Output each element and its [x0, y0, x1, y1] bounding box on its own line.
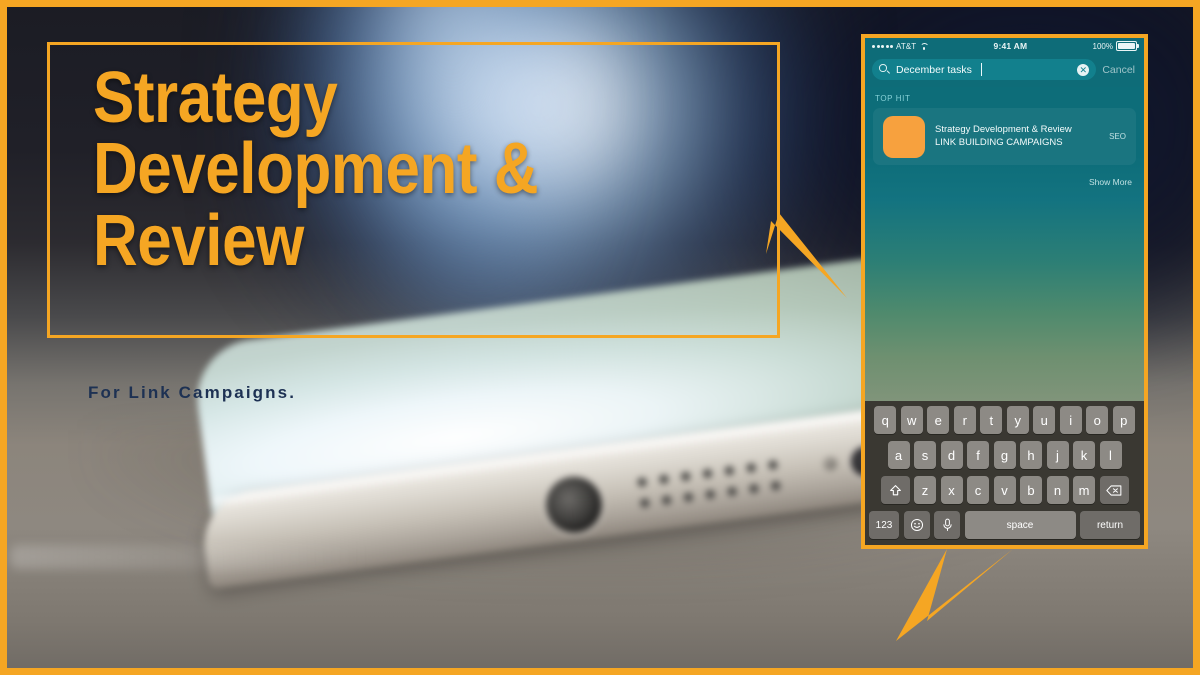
photo-table-engraving [10, 545, 370, 569]
keyboard-row-3: zxcvbnm [867, 476, 1142, 504]
phone-mockup: AT&T 9:41 AM 100% December tasks ✕ Cance… [861, 34, 1148, 549]
key-w[interactable]: w [900, 406, 923, 434]
key-j[interactable]: j [1046, 441, 1069, 469]
result-subtitle: LINK BUILDING CAMPAIGNS [935, 136, 1063, 148]
key-n[interactable]: n [1046, 476, 1069, 504]
cancel-button[interactable]: Cancel [1102, 64, 1137, 76]
key-x[interactable]: x [940, 476, 963, 504]
key-c[interactable]: c [967, 476, 989, 504]
text-cursor [980, 63, 983, 76]
smiley-icon [910, 518, 923, 532]
keyboard-row-2: asdfghjkl [867, 441, 1142, 469]
key-a[interactable]: a [887, 441, 910, 469]
search-bar: December tasks ✕ Cancel [865, 54, 1144, 87]
search-input-value: December tasks [896, 63, 972, 76]
key-l[interactable]: l [1099, 441, 1122, 469]
magnifier-icon [879, 64, 890, 75]
result-tag: SEO [1109, 132, 1126, 141]
app-icon [883, 115, 925, 158]
status-bar-right: 100% [1092, 40, 1139, 52]
numbers-key[interactable]: 123 [869, 511, 899, 539]
key-m[interactable]: m [1073, 476, 1095, 504]
wifi-icon [919, 42, 928, 50]
key-e[interactable]: e [927, 406, 950, 434]
dictation-key[interactable] [934, 511, 960, 539]
phone-screen: AT&T 9:41 AM 100% December tasks ✕ Cance… [865, 38, 1144, 545]
backspace-icon [1106, 484, 1122, 496]
key-f[interactable]: f [967, 441, 989, 469]
keyboard-letters-row-3: zxcvbnm [914, 476, 1095, 504]
key-q[interactable]: q [874, 406, 897, 434]
result-row[interactable]: Strategy Development & Review LINK BUILD… [873, 108, 1136, 165]
status-bar-clock: 9:41 AM [993, 41, 1028, 51]
on-screen-keyboard: qwertyuiop asdfghjkl zxcvbnm 123 space r… [865, 401, 1144, 545]
page-title: Strategy Development & Review [93, 58, 539, 281]
result-text-block: Strategy Development & Review LINK BUILD… [935, 124, 1099, 150]
emoji-key[interactable] [903, 511, 930, 539]
key-s[interactable]: s [914, 441, 936, 469]
shift-key[interactable] [880, 476, 910, 504]
key-b[interactable]: b [1020, 476, 1042, 504]
shift-arrow-icon [889, 484, 901, 495]
status-bar: AT&T 9:41 AM 100% [865, 38, 1144, 54]
key-r[interactable]: r [953, 406, 976, 434]
backspace-key[interactable] [1099, 476, 1129, 504]
key-u[interactable]: u [1033, 406, 1056, 434]
battery-percent-label: 100% [1092, 41, 1113, 51]
key-o[interactable]: o [1086, 406, 1109, 434]
space-key[interactable]: space [964, 511, 1076, 539]
show-more-button[interactable]: Show More [873, 165, 1136, 187]
key-k[interactable]: k [1073, 441, 1095, 469]
keyboard-row-4: 123 space return [867, 511, 1142, 539]
key-d[interactable]: d [940, 441, 963, 469]
signal-strength-icon [872, 44, 893, 48]
result-title: Strategy Development & Review [935, 123, 1072, 135]
key-v[interactable]: v [993, 476, 1016, 504]
key-p[interactable]: p [1112, 406, 1135, 434]
key-z[interactable]: z [914, 476, 936, 504]
key-g[interactable]: g [993, 441, 1016, 469]
search-results: TOP HIT Strategy Development & Review LI… [865, 87, 1144, 401]
return-key[interactable]: return [1080, 511, 1140, 539]
key-i[interactable]: i [1059, 406, 1082, 434]
search-input[interactable]: December tasks ✕ [872, 59, 1097, 80]
keyboard-row-1: qwertyuiop [867, 406, 1142, 434]
clear-search-icon[interactable]: ✕ [1077, 63, 1090, 76]
battery-icon [1116, 40, 1139, 52]
key-y[interactable]: y [1006, 406, 1029, 434]
key-t[interactable]: t [980, 406, 1003, 434]
page-subtitle: For Link Campaigns. [88, 383, 297, 402]
carrier-label: AT&T [896, 41, 917, 51]
key-h[interactable]: h [1020, 441, 1042, 469]
status-bar-left: AT&T [872, 42, 928, 51]
microphone-icon [942, 518, 952, 532]
results-section-label: TOP HIT [875, 94, 911, 103]
headline-wrapper: Strategy Development & Review [93, 58, 733, 281]
headline-callout-box: Strategy Development & Review [47, 42, 780, 338]
poster-canvas: Strategy Development & Review For Link C… [0, 0, 1200, 675]
